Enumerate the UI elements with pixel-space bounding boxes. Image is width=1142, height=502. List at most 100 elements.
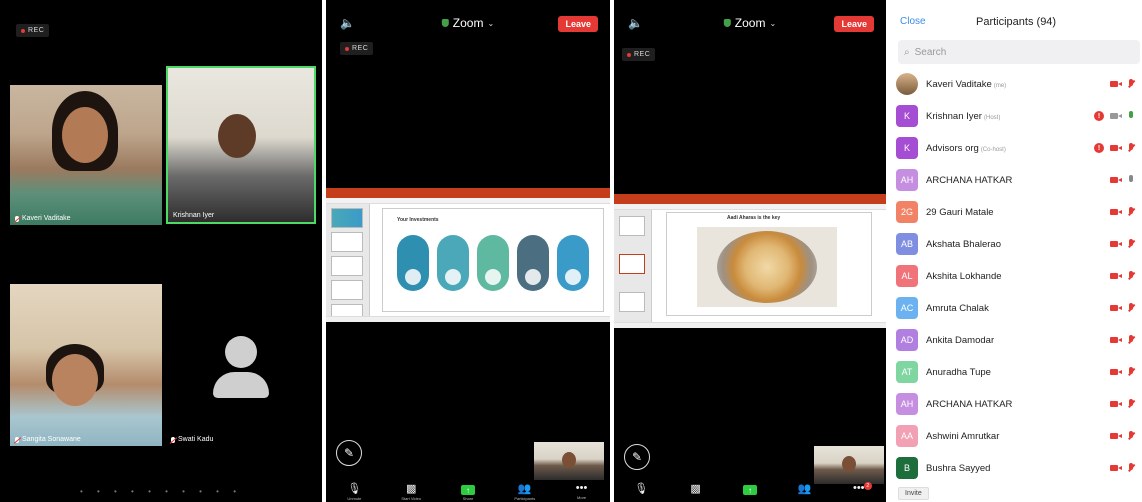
share-view-panel: 🔈 Zoom ⌄ Leave REC Aadi Aharas is the ke… [614, 0, 886, 502]
invite-button[interactable]: Invite [898, 487, 929, 500]
self-view-thumbnail[interactable] [814, 446, 884, 484]
food-photo [697, 227, 837, 307]
share-view-panel: 🔈 Zoom ⌄ Leave REC Your Investments ✎ 🎙 … [326, 0, 610, 502]
participant-name: Ankita Damodar [926, 335, 994, 346]
mic-button[interactable]: 🎙 [626, 482, 656, 502]
meeting-title[interactable]: Zoom ⌄ [441, 16, 494, 30]
thali-plate-image [717, 231, 817, 303]
participant-row[interactable]: AB Akshata Bhalerao [890, 228, 1142, 260]
avatar: 2G [896, 201, 918, 223]
participant-name: Amruta Chalak [926, 303, 989, 314]
video-tile[interactable]: Swati Kadu [166, 284, 316, 446]
meeting-title[interactable]: Zoom ⌄ [723, 16, 777, 30]
more-button[interactable]: ••• 2 [844, 482, 874, 502]
participant-name-text: ARCHANA HATKAR [926, 174, 1013, 186]
toolbar-label: Unmute [347, 496, 362, 501]
participant-face [62, 107, 108, 163]
muted-mic-icon [171, 436, 175, 443]
more-button[interactable]: ••• More [567, 482, 597, 502]
meeting-topbar: 🔈 Zoom ⌄ Leave [326, 12, 610, 36]
leave-button[interactable]: Leave [558, 16, 598, 32]
shield-icon [441, 19, 449, 27]
participant-row[interactable]: AL Akshita Lokhande [890, 260, 1142, 292]
mic-button[interactable]: 🎙 Unmute [339, 482, 369, 502]
tile-name-label: Kaveri Vaditake [22, 215, 71, 222]
alert-icon: ! [1094, 111, 1104, 121]
participant-row[interactable]: 2G 29 Gauri Matale [890, 196, 1142, 228]
participant-row[interactable]: K Krishnan Iyer (Host)! [890, 100, 1142, 132]
muted-mic-icon [15, 215, 19, 222]
chevron-down-icon: ⌄ [769, 18, 777, 28]
speaker-icon[interactable]: 🔈 [628, 16, 643, 30]
participant-name-text: 29 Gauri Matale [926, 206, 994, 218]
participant-row[interactable]: AH ARCHANA HATKAR [890, 388, 1142, 420]
video-off-icon [1110, 240, 1122, 248]
participants-icon: 👥 [517, 483, 532, 495]
rec-dot-icon [21, 28, 25, 33]
participant-row[interactable]: AT Anuradha Tupe [890, 356, 1142, 388]
avatar: AB [896, 233, 918, 255]
participants-icon: 👥 [797, 483, 812, 495]
active-speaker-tile[interactable]: Krishnan Iyer [166, 66, 316, 224]
participant-row[interactable]: AH ARCHANA HATKAR [890, 164, 1142, 196]
slide-title: Aadi Aharas is the key [727, 215, 781, 221]
participant-name: ARCHANA HATKAR [926, 399, 1012, 410]
rec-dot-icon [627, 52, 631, 57]
mic-icon: 🎙 [634, 483, 649, 495]
ppt-status-bar [326, 316, 610, 322]
participant-name-text: Ankita Damodar [926, 334, 995, 346]
participant-row[interactable]: AA Ashwini Amrutkar [890, 420, 1142, 452]
participant-row[interactable]: AD Ankita Damodar [890, 324, 1142, 356]
annotate-pencil-icon[interactable]: ✎ [336, 440, 362, 466]
participant-row[interactable]: B Bushra Sayyed [890, 452, 1142, 484]
participant-name: ARCHANA HATKAR [926, 175, 1012, 186]
avatar: AT [896, 361, 918, 383]
video-off-icon [1110, 272, 1122, 280]
ppt-titlebar [326, 188, 610, 198]
video-tile[interactable]: Sangita Sonawane [10, 284, 162, 446]
video-off-icon [1110, 400, 1122, 408]
video-off-icon [1110, 144, 1122, 152]
participant-name-text: Anuradha Tupe [926, 366, 991, 378]
investment-pill [557, 235, 589, 291]
mic-muted-icon [1128, 302, 1134, 314]
avatar: AC [896, 297, 918, 319]
participant-name: Krishnan Iyer (Host) [926, 111, 1000, 122]
video-tile[interactable]: Kaveri Vaditake [10, 85, 162, 225]
video-button[interactable]: ▩ Start Video [396, 482, 426, 502]
participant-name-text: ARCHANA HATKAR [926, 398, 1013, 410]
shared-screen[interactable]: Aadi Aharas is the key [614, 194, 886, 328]
rec-indicator: REC [340, 42, 374, 55]
annotate-pencil-icon[interactable]: ✎ [624, 444, 650, 470]
participant-status-icons [1110, 398, 1134, 410]
video-on-icon [1110, 112, 1122, 120]
participant-status-icons [1110, 206, 1134, 218]
participant-status-icons [1110, 366, 1134, 378]
shared-screen[interactable]: Your Investments [326, 188, 610, 322]
participant-row[interactable]: K Advisors org (Co-host)! [890, 132, 1142, 164]
toolbar-label: More [577, 495, 587, 500]
participant-status-icons [1110, 78, 1134, 90]
participant-name: Advisors org (Co-host) [926, 143, 1006, 154]
page-indicator-dots[interactable]: • • • • • • • • • • [0, 487, 322, 496]
participants-button[interactable]: 👥 Participants [510, 482, 540, 502]
participants-title: Participants (94) [976, 16, 1057, 28]
participants-header: Close Participants (94) [890, 0, 1142, 40]
mic-muted-icon [1128, 142, 1134, 154]
avatar: K [896, 105, 918, 127]
close-button[interactable]: Close [900, 16, 926, 27]
self-view-thumbnail[interactable] [534, 442, 604, 480]
speaker-icon[interactable]: 🔈 [340, 16, 355, 30]
video-icon: ▩ [405, 483, 417, 495]
leave-button[interactable]: Leave [834, 16, 874, 32]
video-button[interactable]: ▩ [681, 482, 711, 502]
search-input[interactable]: ⌕ Search [898, 40, 1140, 64]
rec-label: REC [634, 51, 651, 58]
participant-row[interactable]: Kaveri Vaditake (me) [890, 68, 1142, 100]
mic-muted-icon [1128, 398, 1134, 410]
participant-name: Akshata Bhalerao [926, 239, 1001, 250]
share-button[interactable]: ↑ [735, 482, 765, 502]
participant-row[interactable]: AC Amruta Chalak [890, 292, 1142, 324]
share-button[interactable]: ↑ Share [453, 482, 483, 502]
participants-button[interactable]: 👥 [789, 482, 819, 502]
